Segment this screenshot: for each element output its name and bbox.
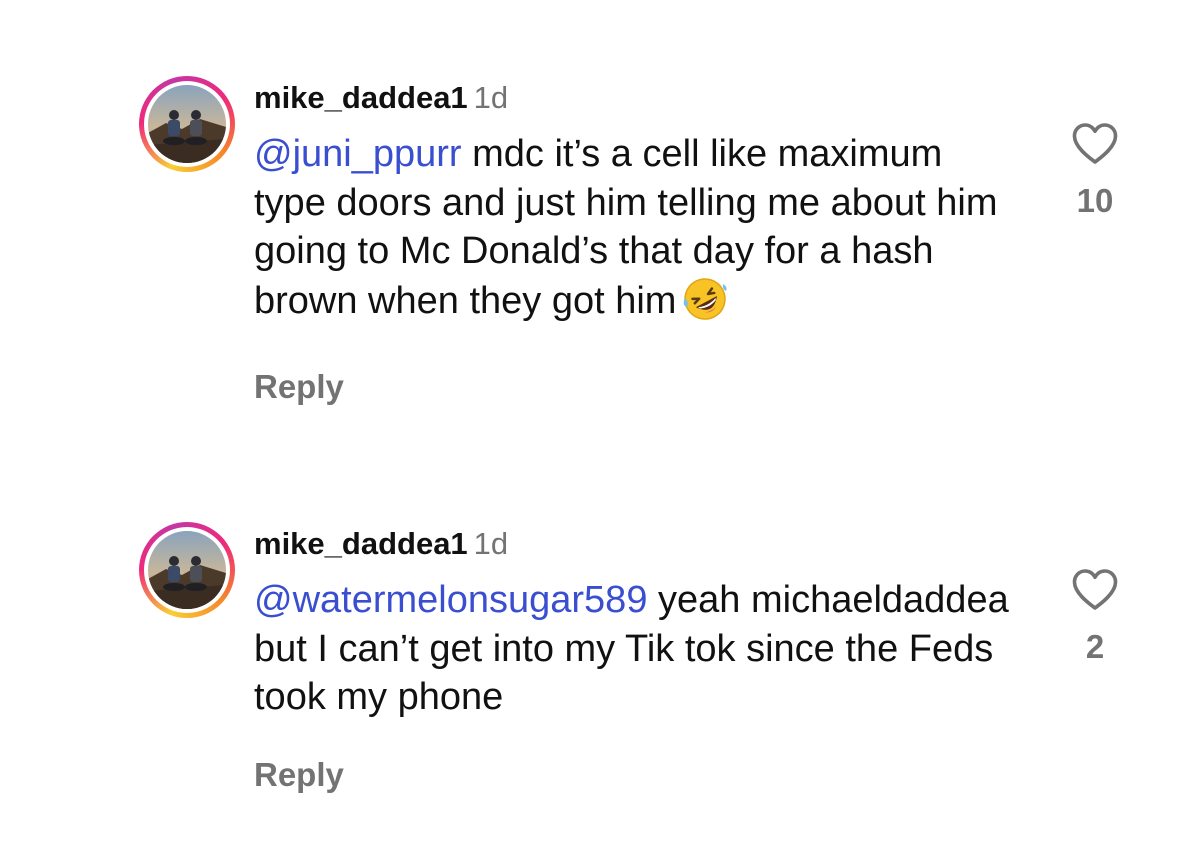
like-count: 2	[1085, 628, 1105, 665]
timestamp: 1d	[473, 80, 509, 115]
like-count: 10	[1076, 182, 1114, 219]
comment-meta: mike_daddea1 1d	[254, 522, 1014, 566]
avatar-story-ring[interactable]	[139, 522, 235, 618]
avatar-frame	[144, 81, 230, 167]
comment-body: mike_daddea1 1d @juni_ppurr mdc it’s a ce…	[254, 76, 1014, 406]
username-link[interactable]: mike_daddea1	[254, 526, 468, 561]
heart-icon[interactable]	[1071, 122, 1119, 166]
like-column: 10	[1052, 122, 1138, 220]
avatar-story-ring[interactable]	[139, 76, 235, 172]
mention-link[interactable]: @juni_ppurr	[254, 133, 462, 175]
reply-button[interactable]: Reply	[254, 756, 344, 794]
heart-icon[interactable]	[1071, 568, 1119, 612]
mention-link[interactable]: @watermelonsugar589	[254, 579, 647, 621]
like-column: 2	[1052, 568, 1138, 666]
avatar-frame	[144, 527, 230, 613]
reply-button[interactable]: Reply	[254, 368, 344, 406]
rolling-on-the-floor-laughing-emoji-icon	[682, 276, 728, 335]
avatar[interactable]	[148, 531, 226, 609]
timestamp: 1d	[473, 526, 509, 561]
comment-text: @juni_ppurr mdc it’s a cell like maximum…	[254, 130, 1014, 334]
avatar[interactable]	[148, 85, 226, 163]
comment-meta: mike_daddea1 1d	[254, 76, 1014, 120]
comment-text: @watermelonsugar589 yeah michaeldaddea b…	[254, 576, 1014, 722]
comment-body: mike_daddea1 1d @watermelonsugar589 yeah …	[254, 522, 1014, 794]
username-link[interactable]: mike_daddea1	[254, 80, 468, 115]
